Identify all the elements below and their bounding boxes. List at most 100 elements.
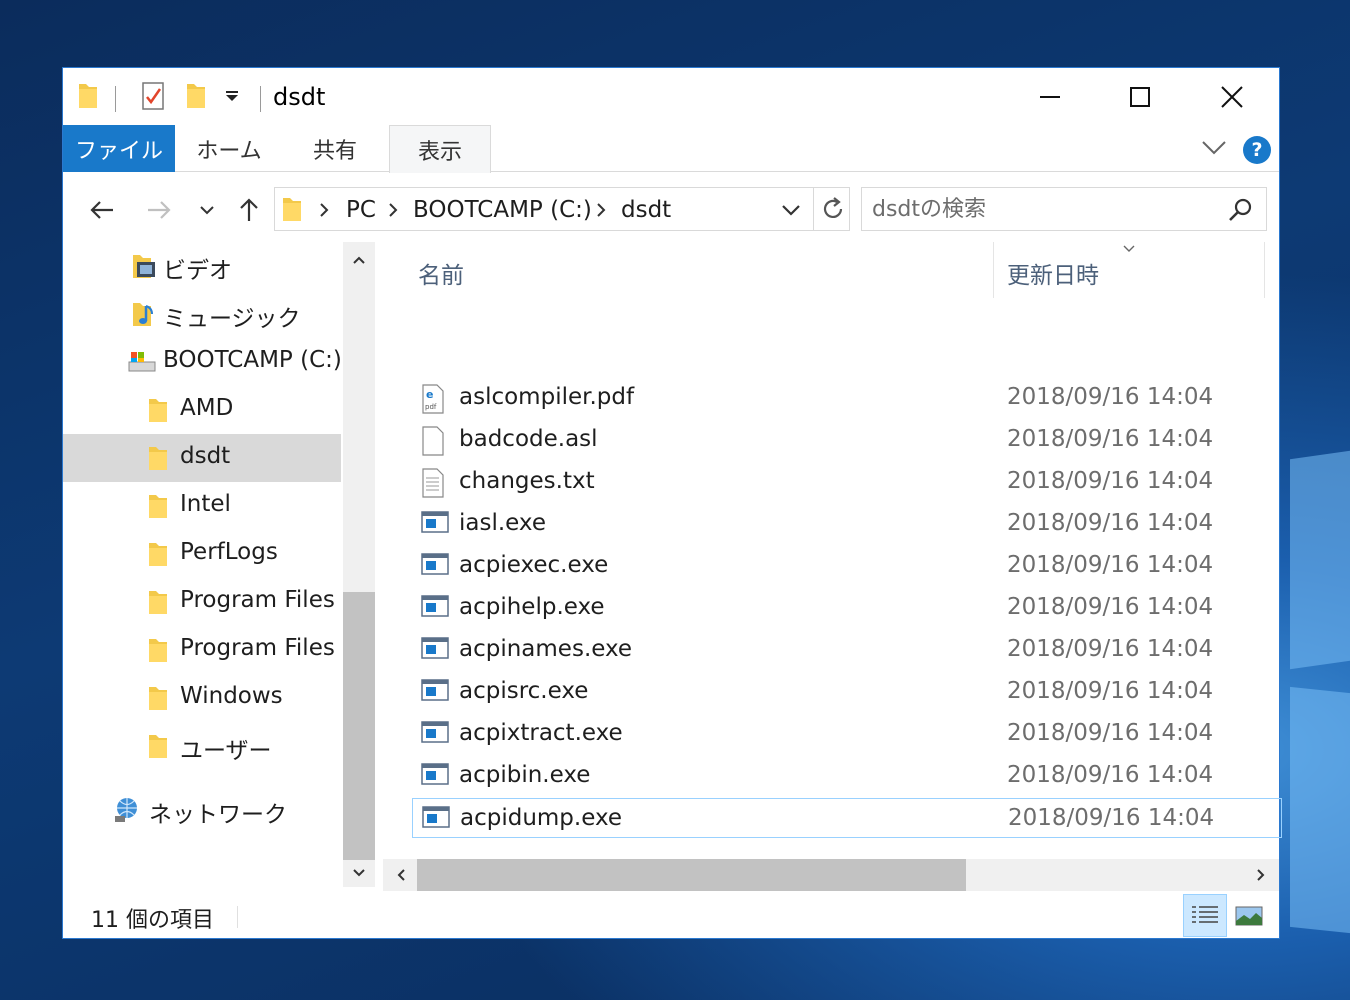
breadcrumb-bootcamp[interactable]: BOOTCAMP (C:) — [413, 197, 592, 223]
scroll-thumb[interactable] — [343, 592, 375, 860]
back-button[interactable] — [84, 192, 120, 228]
large-icons-view-button[interactable] — [1227, 894, 1271, 937]
file-list-scrollbar[interactable] — [383, 859, 1279, 891]
close-button[interactable] — [1187, 68, 1277, 125]
folder-icon — [147, 588, 169, 620]
up-arrow-icon — [240, 198, 258, 221]
nav-item-music[interactable]: ミュージック — [63, 290, 341, 338]
chevron-right-icon[interactable] — [388, 202, 398, 222]
title-bar: dsdt — [63, 68, 1279, 125]
chevron-left-icon — [397, 869, 405, 881]
expand-ribbon-icon[interactable] — [1201, 139, 1227, 161]
file-row[interactable]: acpisrc.exe 2018/09/16 14:04 — [412, 672, 1282, 712]
file-row[interactable]: acpibin.exe 2018/09/16 14:04 — [412, 756, 1282, 796]
forward-arrow-icon — [148, 201, 171, 219]
recent-locations-button[interactable] — [189, 192, 225, 228]
nav-item-dsdt[interactable]: dsdt — [63, 434, 341, 482]
file-row[interactable]: acpiexec.exe 2018/09/16 14:04 — [412, 546, 1282, 586]
chevron-right-icon[interactable] — [596, 202, 606, 222]
folder-icon — [147, 540, 169, 572]
nav-item-network[interactable]: ネットワーク — [63, 786, 341, 834]
breadcrumb-dsdt[interactable]: dsdt — [621, 197, 671, 223]
chevron-right-icon[interactable] — [319, 202, 329, 222]
help-button[interactable]: ? — [1243, 136, 1271, 164]
chevron-down-icon — [353, 869, 365, 877]
file-row[interactable]: e pdf aslcompiler.pdf 2018/09/16 14:04 — [412, 378, 1282, 418]
svg-text:e: e — [426, 388, 433, 401]
column-header-name[interactable]: 名前 — [412, 242, 992, 298]
up-button[interactable] — [231, 192, 267, 228]
music-folder-icon — [131, 300, 157, 332]
navigation-pane-scrollbar[interactable] — [343, 242, 375, 887]
sort-descending-icon — [1123, 245, 1135, 252]
search-icon[interactable] — [1228, 197, 1254, 227]
nav-item-users[interactable]: ユーザー — [63, 722, 341, 770]
tab-home[interactable]: ホーム — [179, 125, 279, 172]
nav-item-program-files-x86[interactable]: Program Files (: — [63, 626, 359, 674]
exe-file-icon — [422, 805, 450, 833]
nav-item-windows[interactable]: Windows — [63, 674, 341, 722]
forward-button[interactable] — [141, 192, 177, 228]
nav-item-bootcamp-drive[interactable]: BOOTCAMP (C:) — [63, 338, 342, 386]
properties-icon[interactable] — [141, 80, 165, 116]
ribbon-tabs: ファイル ホーム 共有 表示 ? — [63, 125, 1279, 173]
file-row[interactable]: badcode.asl 2018/09/16 14:04 — [412, 420, 1282, 460]
column-header-date[interactable]: 更新日時 — [994, 242, 1264, 298]
maximize-icon — [1130, 86, 1150, 107]
window-title: dsdt — [273, 83, 326, 111]
scroll-left-button[interactable] — [385, 859, 417, 891]
scroll-right-button[interactable] — [1245, 859, 1277, 891]
folder-icon — [147, 732, 169, 764]
chevron-down-icon — [200, 206, 214, 215]
address-history-icon[interactable] — [781, 202, 801, 221]
maximize-button[interactable] — [1095, 68, 1185, 125]
tab-view[interactable]: 表示 — [389, 125, 491, 173]
nav-item-program-files[interactable]: Program Files — [63, 578, 341, 626]
minimize-icon — [1040, 95, 1060, 98]
exe-file-icon — [421, 762, 449, 790]
folder-icon — [77, 80, 99, 114]
file-row[interactable]: acpidump.exe 2018/09/16 14:04 — [412, 798, 1282, 838]
nav-item-intel[interactable]: Intel — [63, 482, 341, 530]
file-row[interactable]: acpihelp.exe 2018/09/16 14:04 — [412, 588, 1282, 628]
chevron-right-icon — [1257, 869, 1265, 881]
wallpaper-light — [1290, 686, 1350, 934]
tab-file[interactable]: ファイル — [63, 125, 175, 172]
new-folder-icon[interactable] — [185, 80, 207, 114]
folder-icon — [147, 396, 169, 428]
blank-file-icon — [421, 426, 445, 460]
folder-icon — [147, 444, 169, 476]
file-row[interactable]: iasl.exe 2018/09/16 14:04 — [412, 504, 1282, 544]
navigation-pane: ビデオ ミュージック BOOTCAMP (C:) AMD dsdt Intel … — [63, 242, 375, 887]
folder-icon — [147, 492, 169, 524]
navigation-bar: PC BOOTCAMP (C:) dsdt — [63, 172, 1279, 242]
text-file-icon — [421, 468, 445, 502]
chevron-up-icon — [353, 256, 365, 264]
details-view-icon — [1192, 905, 1218, 923]
nav-item-perflogs[interactable]: PerfLogs — [63, 530, 341, 578]
breadcrumb-pc[interactable]: PC — [346, 197, 376, 223]
exe-file-icon — [421, 636, 449, 664]
file-row[interactable]: acpixtract.exe 2018/09/16 14:04 — [412, 714, 1282, 754]
scroll-down-button[interactable] — [343, 859, 375, 887]
file-row[interactable]: changes.txt 2018/09/16 14:04 — [412, 462, 1282, 502]
customize-toolbar-icon[interactable] — [225, 88, 239, 107]
search-box[interactable] — [861, 187, 1267, 231]
minimize-button[interactable] — [1005, 68, 1095, 125]
nav-item-amd[interactable]: AMD — [63, 386, 341, 434]
scroll-up-button[interactable] — [343, 246, 375, 274]
close-icon — [1221, 85, 1243, 108]
scroll-thumb[interactable] — [417, 859, 966, 891]
tab-share[interactable]: 共有 — [285, 125, 385, 172]
svg-text:pdf: pdf — [425, 403, 437, 411]
file-row[interactable]: acpinames.exe 2018/09/16 14:04 — [412, 630, 1282, 670]
video-folder-icon — [131, 252, 157, 284]
nav-item-videos[interactable]: ビデオ — [63, 242, 341, 290]
details-view-button[interactable] — [1183, 894, 1227, 937]
address-bar[interactable]: PC BOOTCAMP (C:) dsdt — [274, 187, 850, 231]
search-input[interactable] — [872, 196, 1212, 222]
wallpaper-light — [1290, 450, 1350, 670]
drive-icon — [127, 350, 157, 378]
refresh-icon[interactable] — [821, 196, 845, 226]
exe-file-icon — [421, 594, 449, 622]
